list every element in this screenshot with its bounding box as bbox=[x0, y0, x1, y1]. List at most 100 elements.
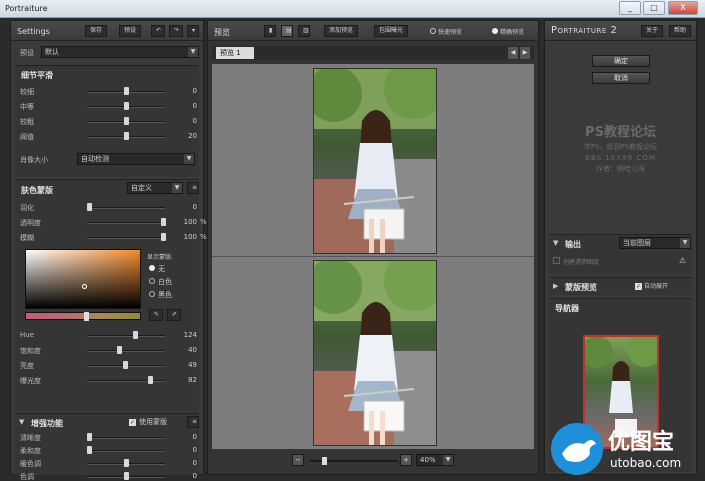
hsl-slider-thumb[interactable] bbox=[116, 346, 122, 354]
collapse-icon[interactable]: ▼ bbox=[553, 239, 558, 247]
add-preview-button[interactable]: 添加预览 bbox=[324, 25, 359, 37]
tab-scroll-right-icon[interactable]: ▶ bbox=[520, 47, 530, 59]
hsl-slider-thumb[interactable] bbox=[123, 361, 129, 369]
close-button[interactable]: X bbox=[668, 1, 698, 15]
preview-canvas[interactable] bbox=[212, 64, 534, 449]
mask-slider-thumb[interactable] bbox=[87, 203, 92, 211]
mask-slider-track[interactable] bbox=[87, 237, 165, 239]
mask-slider-track[interactable] bbox=[87, 222, 165, 224]
display-black-radio[interactable]: 黑色 bbox=[149, 290, 172, 300]
split-horizontal-icon[interactable]: ▤ bbox=[281, 25, 293, 37]
zoom-slider[interactable] bbox=[310, 457, 398, 465]
cancel-button[interactable]: 取消 bbox=[592, 72, 650, 84]
zoom-slider-thumb[interactable] bbox=[322, 457, 327, 465]
hsl-slider-thumb[interactable] bbox=[147, 376, 153, 384]
expand-icon[interactable]: ▶ bbox=[553, 282, 558, 290]
color-picker-handle[interactable] bbox=[82, 284, 87, 289]
hue-strip[interactable] bbox=[25, 312, 141, 321]
mask-slider-row: 羽化 0 bbox=[17, 201, 197, 213]
display-white-radio[interactable]: 白色 bbox=[149, 277, 172, 287]
detail-slider-thumb[interactable] bbox=[124, 87, 129, 95]
tab-scroll-left-icon[interactable]: ◀ bbox=[508, 47, 518, 59]
about-button[interactable]: 关于 bbox=[641, 25, 664, 37]
chevron-down-icon: ▼ bbox=[188, 47, 198, 57]
color-picker-field[interactable] bbox=[25, 249, 141, 309]
save-button[interactable]: 保存 bbox=[85, 25, 108, 37]
undo-icon[interactable]: ↶ bbox=[151, 25, 165, 37]
detail-slider-thumb[interactable] bbox=[124, 117, 129, 125]
redo-icon[interactable]: ↷ bbox=[169, 25, 183, 37]
maximize-button[interactable]: □ bbox=[643, 1, 665, 15]
mask-options-icon[interactable]: ≡ bbox=[187, 182, 199, 194]
mask-slider-value: 0 bbox=[192, 203, 197, 211]
help-button[interactable]: 帮助 bbox=[669, 25, 692, 37]
hsl-slider-row: 亮度 49 bbox=[17, 359, 197, 371]
hsl-slider-value: 82 bbox=[188, 376, 197, 384]
mask-slider-label: 模糊 bbox=[20, 234, 34, 242]
preset-button[interactable]: 预设 bbox=[119, 25, 142, 37]
ok-button[interactable]: 确定 bbox=[592, 55, 650, 67]
mask-slider-row: 模糊 100% bbox=[17, 231, 207, 243]
hue-strip-handle[interactable] bbox=[84, 312, 89, 321]
detail-slider-thumb[interactable] bbox=[124, 102, 129, 110]
bracket-button[interactable]: 包围曝光 bbox=[374, 25, 409, 37]
enhance-slider-thumb[interactable] bbox=[124, 472, 129, 480]
enhance-slider-row: 清晰度 0 bbox=[17, 431, 197, 443]
mask-preview-section: ▶ 蒙版预览 bbox=[549, 277, 692, 295]
eyedropper-minus-icon[interactable]: ✐ bbox=[167, 309, 181, 321]
hsl-slider-thumb[interactable] bbox=[132, 331, 138, 339]
chevron-down-icon: ▼ bbox=[443, 455, 453, 465]
auto-expand-checkbox[interactable]: ✓ 自动展开 bbox=[635, 281, 668, 290]
brand-logo: PORTRAITURE 2 bbox=[551, 25, 617, 36]
detail-slider-label: 中等 bbox=[20, 103, 34, 111]
precise-preview-radio[interactable]: 精确预览 bbox=[492, 27, 524, 36]
mask-mode-select[interactable]: 自定义 ▼ bbox=[127, 182, 183, 194]
enhance-slider-thumb[interactable] bbox=[124, 459, 129, 467]
preview-photo-after[interactable] bbox=[313, 260, 437, 446]
create-layer-checkbox[interactable]: 创建透明图层 bbox=[553, 257, 599, 266]
warning-icon: ⚠ bbox=[679, 256, 687, 265]
quick-preview-label: 快速预览 bbox=[438, 29, 463, 36]
preset-value: 默认 bbox=[45, 48, 59, 56]
zoom-level-select[interactable]: 40% ▼ bbox=[416, 454, 454, 466]
split-vertical-icon[interactable]: ▥ bbox=[298, 25, 310, 37]
mask-slider-track[interactable] bbox=[87, 207, 165, 209]
zoom-in-button[interactable]: + bbox=[400, 454, 412, 466]
mask-slider-thumb[interactable] bbox=[161, 233, 166, 241]
detail-slider-value: 20 bbox=[188, 132, 197, 140]
navigator-title: 导航器 bbox=[555, 304, 579, 313]
display-none-radio[interactable]: 无 bbox=[149, 264, 165, 274]
detail-slider-thumb[interactable] bbox=[124, 132, 129, 140]
enhance-slider-track[interactable] bbox=[87, 437, 165, 439]
single-view-icon[interactable]: ▮ bbox=[264, 25, 276, 37]
menu-chevron-icon[interactable]: ▾ bbox=[187, 25, 199, 37]
hsl-slider-track[interactable] bbox=[87, 335, 165, 337]
collapse-icon[interactable]: ▼ bbox=[19, 418, 24, 426]
enhance-options-icon[interactable]: ≡ bbox=[187, 416, 199, 428]
preview-photo-before[interactable] bbox=[313, 68, 437, 254]
skin-mask-title: 肤色蒙版 bbox=[21, 186, 53, 195]
enhance-slider-thumb[interactable] bbox=[87, 433, 92, 441]
minimize-button[interactable]: _ bbox=[619, 1, 641, 15]
use-mask-checkbox[interactable]: ✓ 使用蒙版 bbox=[129, 417, 167, 427]
hsl-slider-track[interactable] bbox=[87, 350, 165, 352]
output-select[interactable]: 当前图层 ▼ bbox=[619, 237, 691, 249]
enhance-slider-track[interactable] bbox=[87, 450, 165, 452]
enhance-slider-thumb[interactable] bbox=[87, 446, 92, 454]
detail-slider-value: 0 bbox=[192, 102, 197, 110]
auto-expand-label: 自动展开 bbox=[644, 283, 669, 290]
enhance-slider-value: 0 bbox=[192, 433, 197, 441]
zoom-out-button[interactable]: − bbox=[292, 454, 304, 466]
use-mask-label: 使用蒙版 bbox=[139, 418, 167, 426]
window-titlebar: Portraiture _ □ X bbox=[0, 0, 705, 18]
eyedropper-icon[interactable]: ✎ bbox=[149, 309, 163, 321]
quick-preview-radio[interactable]: 快速预览 bbox=[430, 27, 462, 36]
output-value: 当前图层 bbox=[623, 239, 651, 247]
portrait-size-select[interactable]: 自动检测 ▼ bbox=[77, 153, 195, 165]
mask-slider-thumb[interactable] bbox=[161, 218, 166, 226]
settings-header: Settings 保存 预设 ↶ ↷ ▾ bbox=[11, 21, 203, 41]
zoom-level-value: 40% bbox=[420, 456, 436, 464]
preset-select[interactable]: 默认 ▼ bbox=[41, 46, 199, 58]
hsl-slider-track[interactable] bbox=[87, 380, 165, 382]
tab-preview-1[interactable]: 预览 1 bbox=[216, 47, 254, 59]
